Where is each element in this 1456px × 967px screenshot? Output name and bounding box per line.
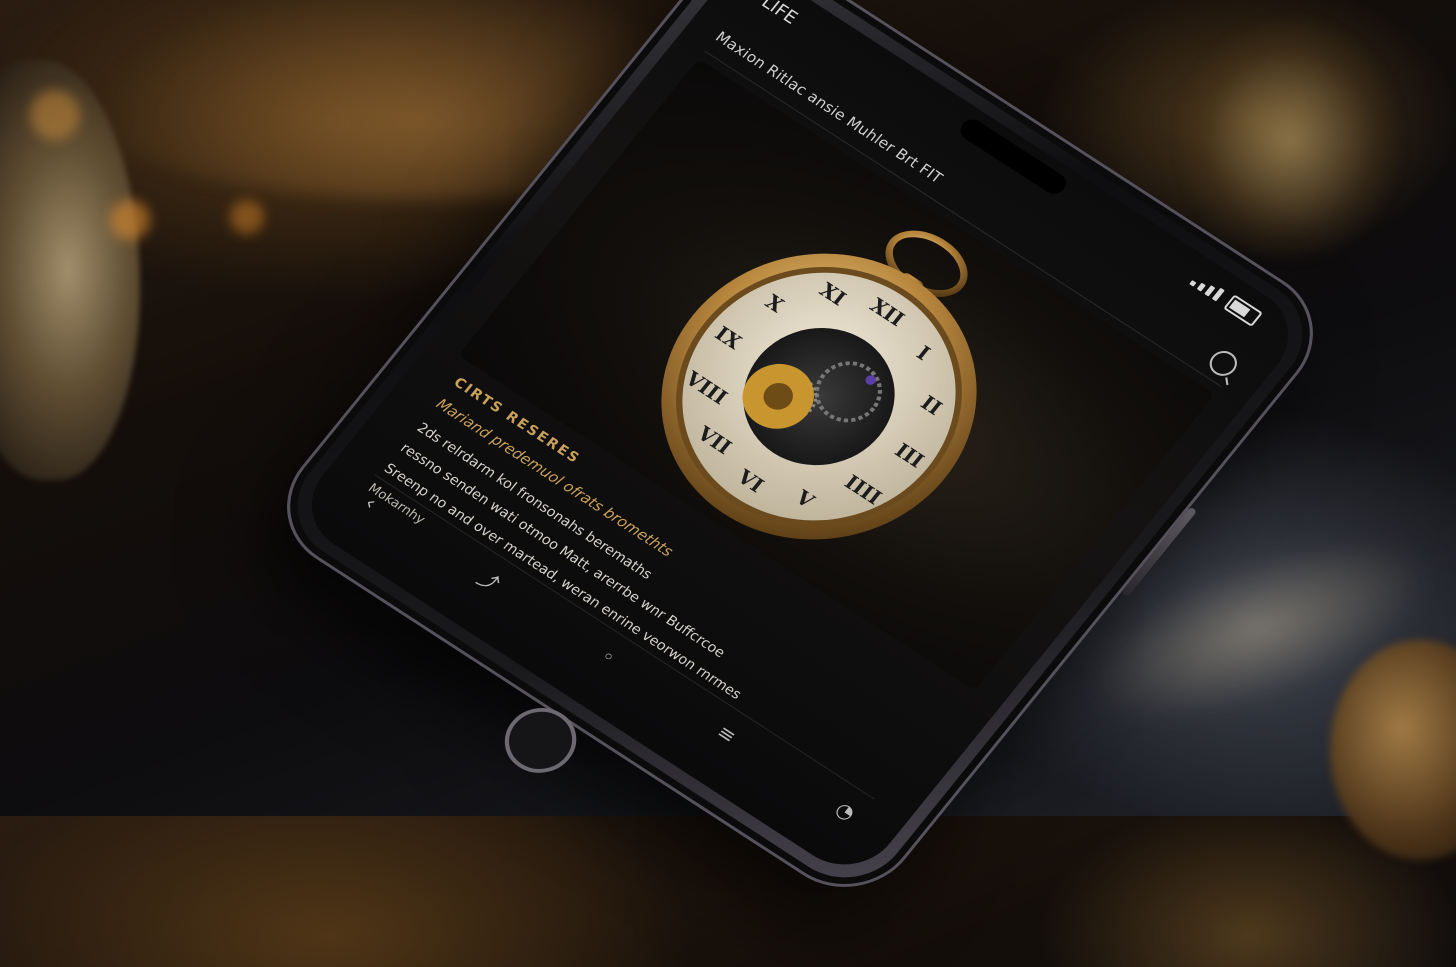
back-icon[interactable]: ‹	[351, 485, 391, 520]
blurred-gold-object-right	[1180, 20, 1400, 260]
bokeh-light	[30, 90, 80, 140]
signal-icon	[1189, 273, 1225, 302]
share-icon[interactable]: ⤴	[468, 560, 512, 599]
profile-icon[interactable]: ◔	[825, 793, 865, 828]
bokeh-light	[110, 200, 150, 240]
menu-icon[interactable]: ≡	[707, 716, 747, 751]
carrier-label: LIFE	[757, 0, 802, 29]
home-button[interactable]	[490, 695, 591, 786]
blurred-coin-right	[1330, 640, 1456, 860]
home-icon[interactable]: ◦	[588, 639, 628, 674]
battery-icon	[1223, 294, 1263, 327]
search-icon[interactable]	[1204, 346, 1243, 381]
bokeh-light	[230, 200, 264, 234]
